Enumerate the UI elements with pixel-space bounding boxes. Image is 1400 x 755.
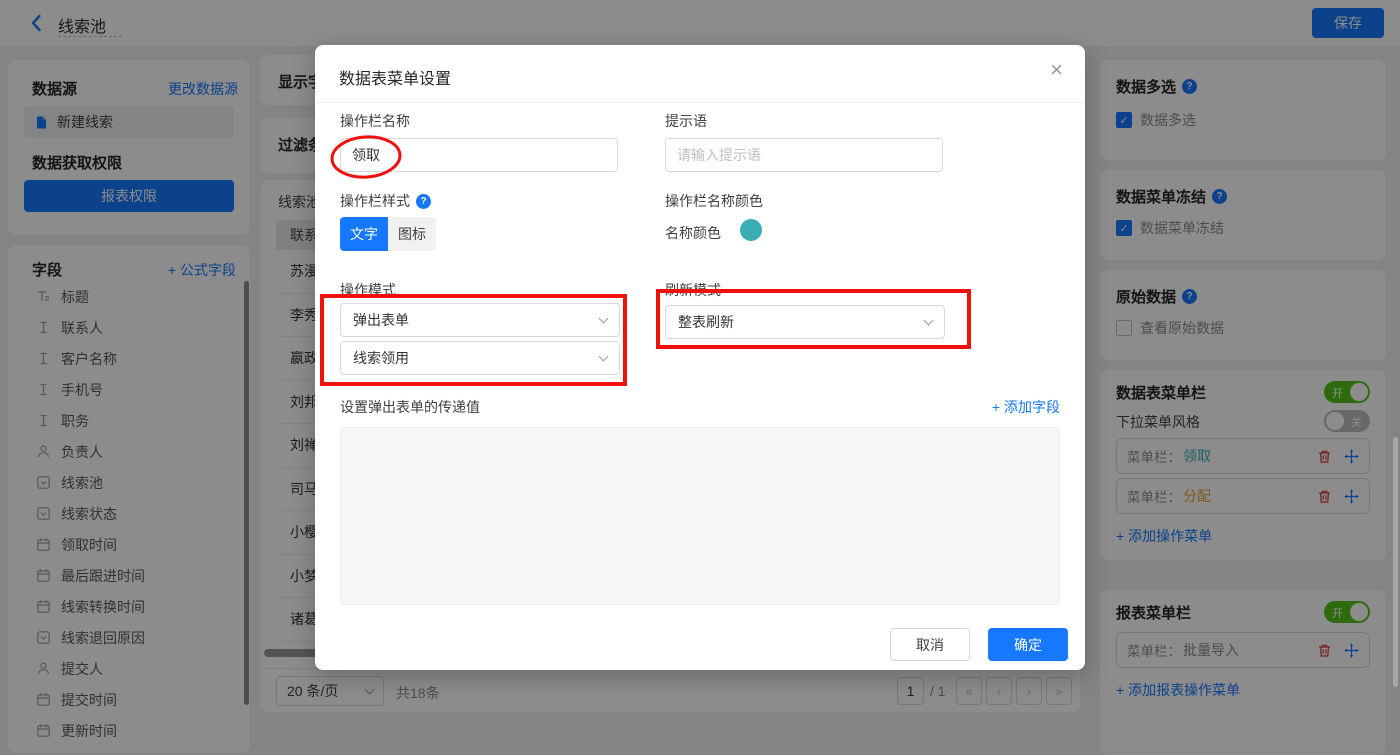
style-option-text[interactable]: 文字: [340, 217, 388, 251]
prompt-label: 提示语: [665, 113, 707, 129]
operation-mode-label: 操作模式: [340, 282, 396, 298]
action-style-segmented: 文字 图标: [340, 217, 436, 251]
window-scrollbar-thumb[interactable]: [1393, 437, 1398, 687]
chevron-down-icon: [598, 313, 609, 324]
refresh-mode-select[interactable]: 整表刷新: [665, 305, 945, 339]
close-icon[interactable]: ×: [1050, 59, 1063, 81]
style-option-icon[interactable]: 图标: [388, 217, 436, 251]
chevron-down-icon: [923, 315, 934, 326]
help-icon[interactable]: ?: [416, 193, 431, 209]
modal-header-divider: [315, 102, 1085, 103]
confirm-button[interactable]: 确定: [988, 628, 1068, 661]
chevron-down-icon: [598, 351, 609, 362]
action-name-label: 操作栏名称: [340, 113, 410, 129]
operation-mode-value: 弹出表单: [353, 312, 409, 328]
pass-value-area: [340, 427, 1060, 605]
modal-title: 数据表菜单设置: [339, 71, 452, 88]
operation-target-value: 线索领用: [353, 350, 409, 366]
operation-target-select[interactable]: 线索领用: [340, 341, 620, 375]
app-root: 线索池 保存 数据源 更改数据源 新建线索 数据获取权限 报表权限 字段 + 公…: [0, 0, 1400, 755]
prompt-input[interactable]: [665, 138, 943, 172]
name-color-title: 操作栏名称颜色: [665, 193, 763, 209]
cancel-button[interactable]: 取消: [890, 628, 970, 661]
action-style-label-text: 操作栏样式: [340, 193, 410, 209]
operation-mode-select[interactable]: 弹出表单: [340, 303, 620, 337]
action-style-label: 操作栏样式 ?: [340, 191, 431, 211]
pass-value-label: 设置弹出表单的传递值: [340, 399, 480, 415]
refresh-mode-label: 刷新模式: [665, 282, 721, 298]
menu-settings-modal: 数据表菜单设置 × 操作栏名称 提示语 操作栏样式 ? 文字 图标 操作栏名称颜…: [315, 45, 1085, 670]
refresh-mode-value: 整表刷新: [678, 314, 734, 330]
add-field-link[interactable]: + 添加字段: [992, 397, 1060, 417]
name-color-swatch[interactable]: [740, 219, 762, 241]
action-name-input[interactable]: [340, 138, 618, 172]
name-color-label: 名称颜色: [665, 225, 721, 241]
